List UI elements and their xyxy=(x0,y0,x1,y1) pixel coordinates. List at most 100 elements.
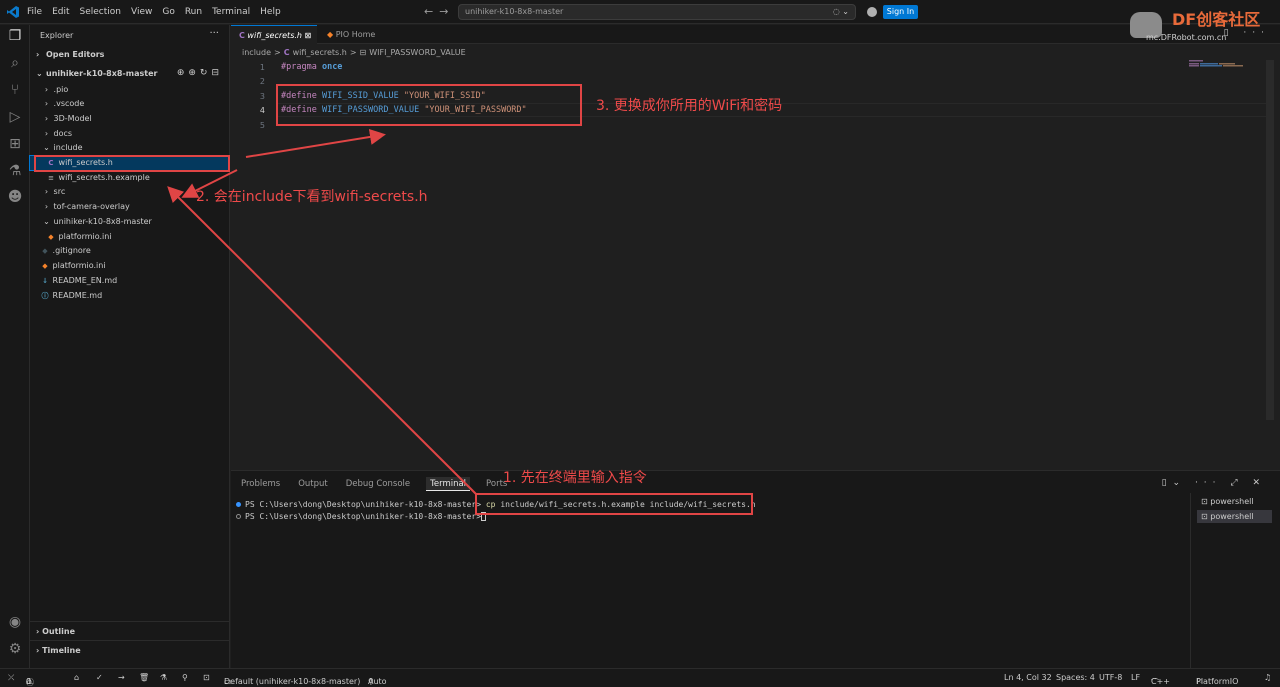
tree-item-label: tof-camera-overlay xyxy=(53,202,130,211)
cursor-position[interactable]: Ln 4, Col 32 xyxy=(1004,673,1052,682)
tree-item-pio[interactable]: › .pio xyxy=(30,83,229,97)
tab-terminal[interactable]: Terminal xyxy=(426,477,471,491)
remote-icon[interactable]: ⤫ xyxy=(8,673,14,683)
tree-item-platformio-ini-sub[interactable]: ◆ platformio.ini xyxy=(30,230,229,244)
tree-item-gitignore[interactable]: ◆ .gitignore xyxy=(30,244,229,258)
encoding[interactable]: UTF-8 xyxy=(1099,673,1122,682)
back-arrow-icon[interactable]: ← xyxy=(424,5,433,18)
notifications-icon[interactable]: ♫ xyxy=(1264,673,1271,682)
annotation-step2: 2. 会在include下看到wifi-secrets.h xyxy=(196,189,428,205)
sign-in-button[interactable]: Sign In xyxy=(883,5,918,19)
tree-item-wifi-secrets-example[interactable]: ≡ wifi_secrets.h.example xyxy=(30,171,229,185)
flask-icon[interactable]: ⚗ xyxy=(160,673,167,682)
tree-item-label: .vscode xyxy=(53,99,85,108)
terminal-item[interactable]: ⊡ powershell xyxy=(1197,510,1272,523)
menu-file[interactable]: File xyxy=(27,7,42,17)
tab-debug-console[interactable]: Debug Console xyxy=(344,477,412,491)
vscode-logo-icon xyxy=(7,6,19,18)
line-number: 1 xyxy=(259,63,265,72)
tree-item-vscode[interactable]: › .vscode xyxy=(30,97,229,111)
breadcrumb: include > Cwifi_secrets.h > ⊟ WIFI_PASSWORD_V… xyxy=(242,46,469,60)
tree-item-label: unihiker-k10-8x8-master xyxy=(53,217,152,226)
menu-selection[interactable]: Selection xyxy=(80,7,121,17)
menu-go[interactable]: Go xyxy=(162,7,174,17)
line-ending[interactable]: LF xyxy=(1131,673,1140,682)
tab-problems[interactable]: Problems xyxy=(239,477,282,491)
timeline-section[interactable]: › Timeline xyxy=(36,646,81,655)
menu-terminal[interactable]: Terminal xyxy=(212,7,250,17)
menu-run[interactable]: Run xyxy=(185,7,202,17)
breadcrumb-separator: > xyxy=(273,48,281,57)
outline-section[interactable]: › Outline xyxy=(36,627,75,636)
tree-item-include[interactable]: ⌄ include xyxy=(30,141,229,155)
tree-item-readme[interactable]: ⓘ README.md xyxy=(30,289,229,303)
chevron-right-icon: › xyxy=(44,99,49,108)
tree-item-label: src xyxy=(53,187,66,196)
source-control-icon[interactable]: ⑂ xyxy=(6,81,24,99)
command-center-search[interactable]: unihiker-k10-8x8-master ◌ ⌄ xyxy=(458,4,856,20)
menu-edit[interactable]: Edit xyxy=(52,7,69,17)
close-icon[interactable]: ⊠ xyxy=(305,31,312,40)
chevron-right-icon: › xyxy=(44,114,49,123)
check-icon[interactable]: ✓ xyxy=(96,673,103,682)
explorer-section-actions[interactable]: ⊕⊕↻⊟ xyxy=(177,68,223,78)
platformio-icon: ◆ xyxy=(327,30,334,39)
tab-output[interactable]: Output xyxy=(296,477,330,491)
menu-view[interactable]: View xyxy=(131,7,152,17)
chevron-right-icon: › xyxy=(44,129,49,138)
terminal-prompt: PS C:\Users\dong\Desktop\unihiker-k10-8x… xyxy=(245,512,482,521)
platformio-file-icon: ◆ xyxy=(42,262,48,270)
tree-item-docs[interactable]: › docs xyxy=(30,127,229,141)
arrow-right-icon[interactable]: → xyxy=(118,673,125,682)
trash-icon[interactable]: 🗑 xyxy=(139,673,149,682)
terminal-item[interactable]: ⊡ powershell xyxy=(1197,495,1272,508)
extensions-icon[interactable]: ⊞ xyxy=(6,135,24,153)
terminal-list: ⊡ powershell ⊡ powershell xyxy=(1190,493,1278,669)
editor-scrollbar[interactable] xyxy=(1266,60,1274,420)
plug-icon[interactable]: ⚲ xyxy=(182,673,188,682)
annotation-step1: 1. 先在终端里输入指令 xyxy=(503,470,647,486)
breadcrumb-symbol[interactable]: WIFI_PASSWORD_VALUE xyxy=(369,48,466,57)
git-file-icon: ◆ xyxy=(42,247,48,255)
annotation-box-file xyxy=(34,155,230,172)
copilot-icon[interactable]: ◌ ⌄ xyxy=(833,5,849,19)
accounts-icon[interactable] xyxy=(867,7,877,17)
home-icon[interactable]: ⌂ xyxy=(74,673,79,682)
chevron-right-icon: › xyxy=(36,50,40,59)
info-file-icon: ⓘ xyxy=(41,292,49,300)
search-icon[interactable]: ⌕ xyxy=(6,54,24,72)
tree-item-unihiker-subfolder[interactable]: ⌄ unihiker-k10-8x8-master xyxy=(30,215,229,229)
indentation[interactable]: Spaces: 4 xyxy=(1056,673,1095,682)
tree-item-3d-model[interactable]: › 3D-Model xyxy=(30,112,229,126)
language-label: C++ xyxy=(1151,677,1170,686)
account-icon[interactable]: ◉ xyxy=(6,613,24,631)
platformio-icon[interactable]: ☻ xyxy=(6,188,24,206)
tree-item-label: docs xyxy=(53,129,73,138)
line-number: 3 xyxy=(259,92,265,101)
chevron-right-icon: › xyxy=(44,187,49,196)
preprocessor-token: #pragma xyxy=(281,62,317,72)
tree-item-platformio-ini[interactable]: ◆ platformio.ini xyxy=(30,259,229,273)
tab-wifi-secrets[interactable]: C wifi_secrets.h ⊠ xyxy=(231,25,317,44)
panel-actions[interactable]: ▯⌄ ··· ⤢ ✕ xyxy=(1162,478,1266,488)
terminal-icon[interactable]: ⊡ xyxy=(203,673,210,682)
settings-gear-icon[interactable]: ⚙ xyxy=(6,640,24,658)
c-file-icon: C xyxy=(239,31,245,40)
testing-icon[interactable]: ⚗ xyxy=(6,162,24,180)
tree-item-readme-en[interactable]: ↓ README_EN.md xyxy=(30,274,229,288)
chevron-down-icon: ⌄ xyxy=(43,217,50,226)
terminal-line-2: PS C:\Users\dong\Desktop\unihiker-k10-8x… xyxy=(236,512,487,521)
workspace-root-section[interactable]: ⌄ unihiker-k10-8x8-master xyxy=(36,69,157,78)
menu-help[interactable]: Help xyxy=(260,7,281,17)
explorer-icon[interactable]: ❐ xyxy=(6,27,24,45)
breadcrumb-file[interactable]: wifi_secrets.h xyxy=(293,48,347,57)
breadcrumb-folder[interactable]: include xyxy=(242,48,271,57)
tab-pio-home[interactable]: ◆ PIO Home xyxy=(319,25,389,44)
tree-item-label: README.md xyxy=(52,291,103,300)
chevron-right-icon: › xyxy=(44,202,49,211)
minimap[interactable] xyxy=(1189,60,1259,70)
run-debug-icon[interactable]: ▷ xyxy=(6,108,24,126)
more-actions-icon[interactable]: ··· xyxy=(209,28,219,39)
forward-arrow-icon[interactable]: → xyxy=(439,5,448,18)
open-editors-section[interactable]: › Open Editors xyxy=(36,50,104,59)
